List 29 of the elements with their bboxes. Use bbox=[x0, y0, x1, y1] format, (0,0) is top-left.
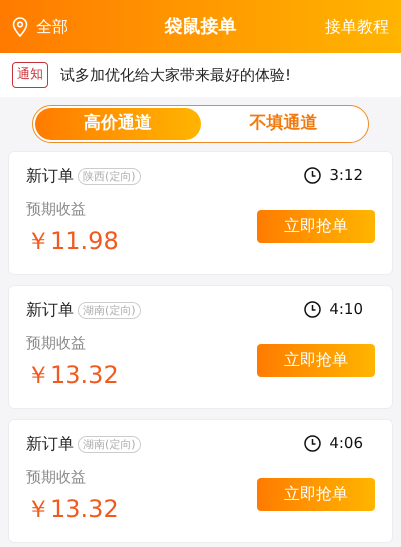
grab-order-button[interactable]: 立即抢单 bbox=[257, 478, 375, 510]
income-amount: ￥11.98 bbox=[26, 226, 120, 256]
location-pin-icon bbox=[12, 16, 28, 36]
clock-icon bbox=[304, 166, 322, 184]
clock-icon bbox=[304, 434, 322, 452]
countdown-time: 4:06 bbox=[329, 433, 363, 454]
channel-tab[interactable]: 高价通道 bbox=[35, 108, 200, 140]
tutorial-link[interactable]: 接单教程 bbox=[269, 14, 389, 38]
region-tag: 陕西(定向) bbox=[78, 168, 141, 184]
income-amount: ￥13.32 bbox=[26, 494, 120, 524]
clock-icon bbox=[304, 300, 322, 318]
grab-order-button[interactable]: 立即抢单 bbox=[257, 344, 375, 376]
channel-tab[interactable]: 不填通道 bbox=[200, 108, 366, 140]
notice-label: 通知 bbox=[12, 62, 48, 88]
order-title: 新订单 bbox=[26, 299, 74, 321]
countdown-time: 4:10 bbox=[329, 299, 363, 320]
notice-text: 试多加优化给大家带来最好的体验! bbox=[60, 64, 292, 86]
region-tag: 湖南(定向) bbox=[78, 436, 141, 452]
income-label: 预期收益 bbox=[26, 199, 87, 220]
order-title: 新订单 bbox=[26, 165, 74, 187]
income-label: 预期收益 bbox=[26, 333, 87, 354]
order-title: 新订单 bbox=[26, 433, 74, 455]
income-label: 预期收益 bbox=[26, 467, 87, 488]
countdown-time: 3:12 bbox=[329, 165, 363, 186]
grab-order-button[interactable]: 立即抢单 bbox=[257, 210, 375, 242]
income-amount: ￥13.32 bbox=[26, 360, 120, 390]
region-tag: 湖南(定向) bbox=[78, 302, 141, 318]
location-selector[interactable]: 全部 bbox=[36, 14, 68, 38]
page-title: 袋鼠接单 bbox=[164, 15, 238, 39]
